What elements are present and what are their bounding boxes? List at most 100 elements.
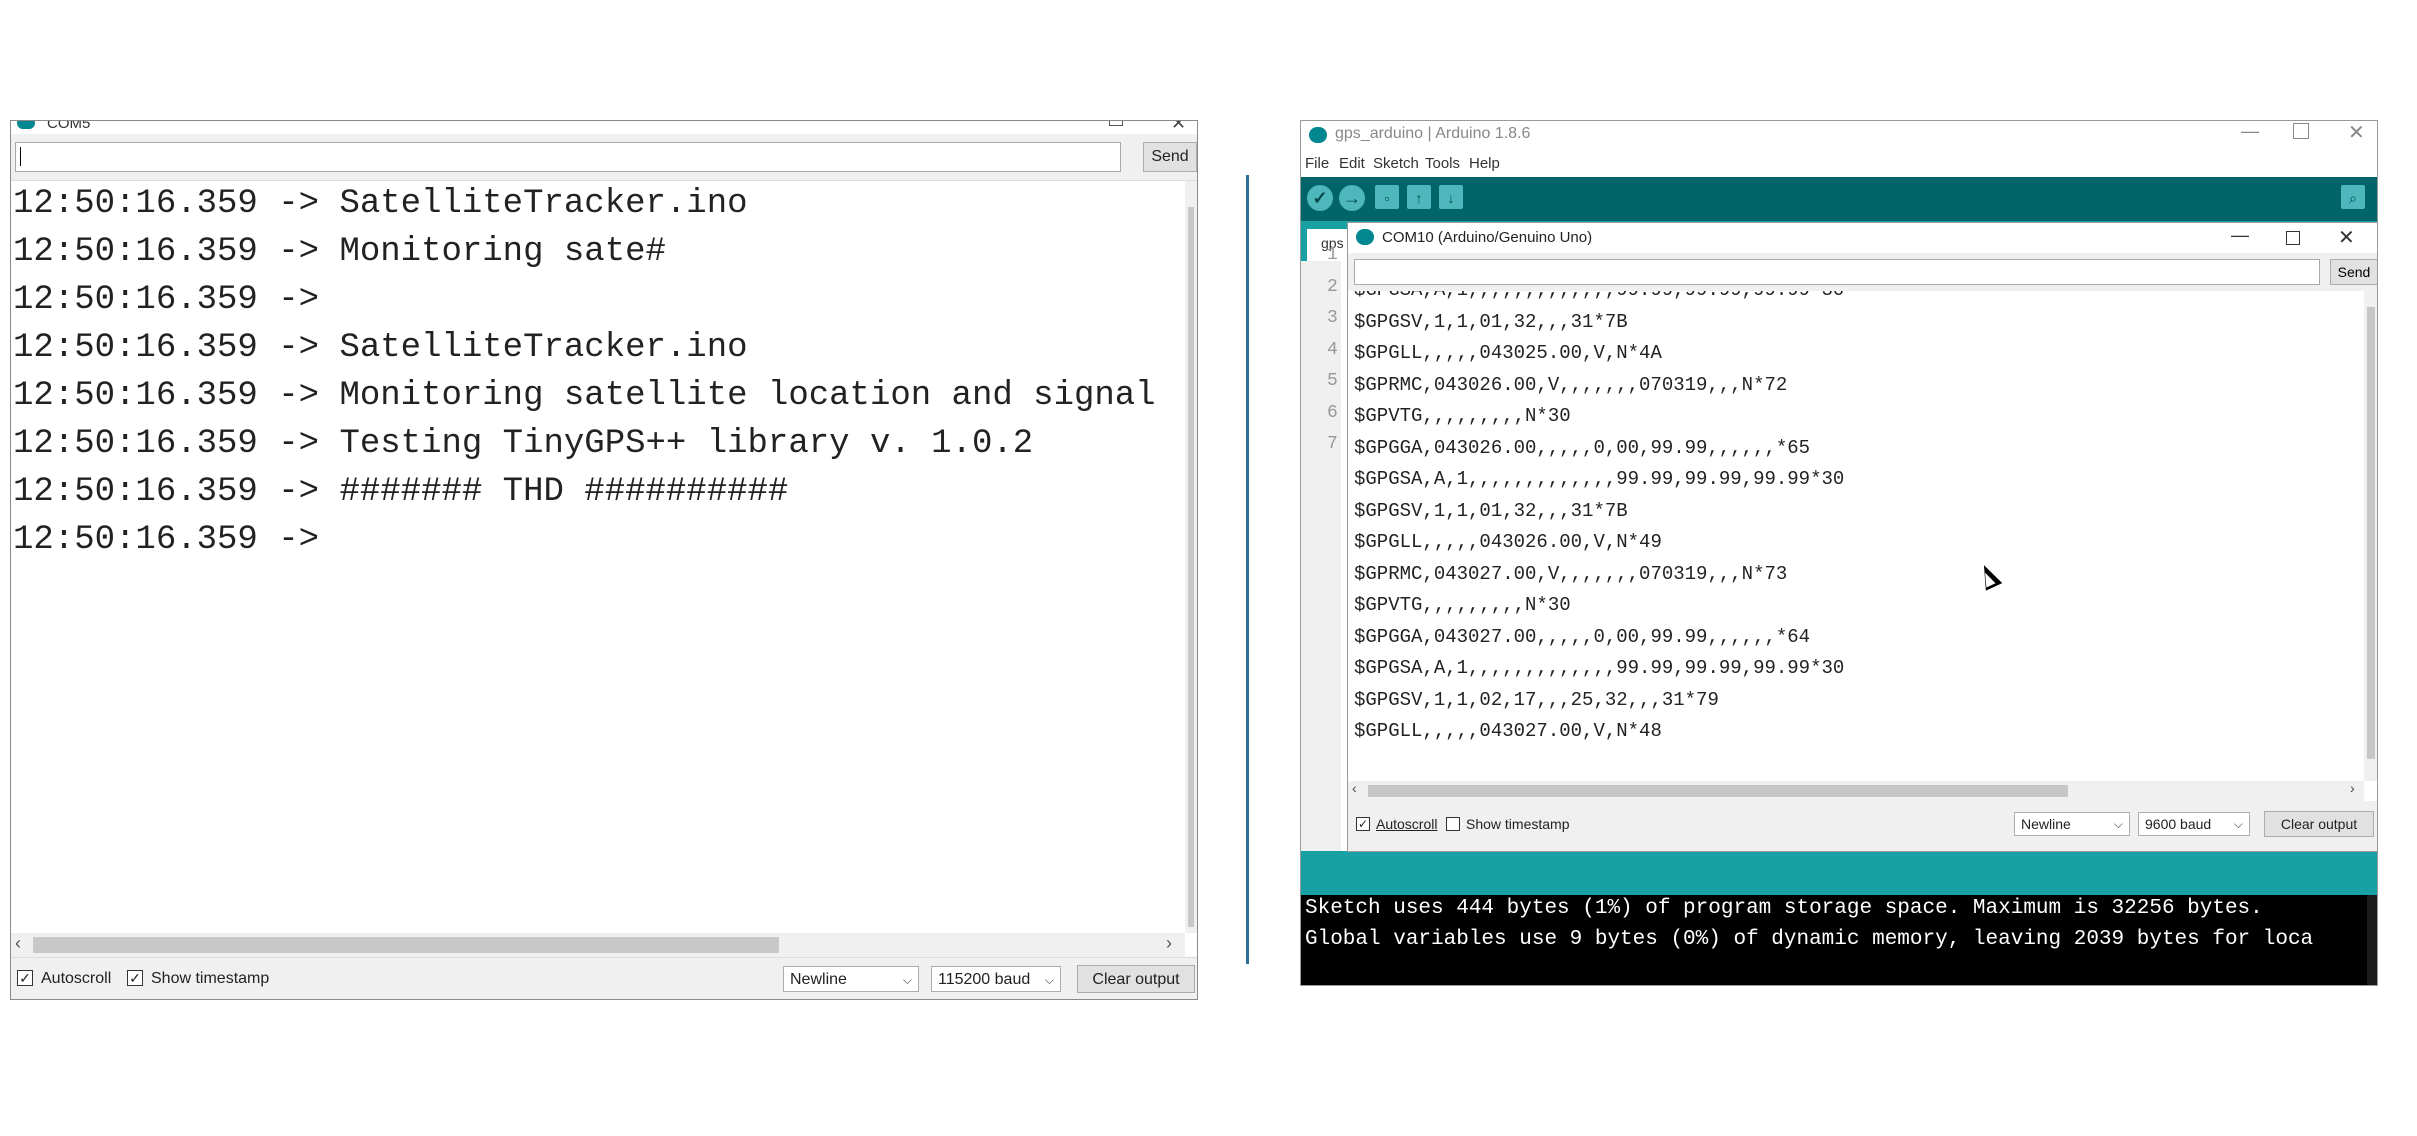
nmea-line: $GPRMC,043027.00,V,,,,,,,070319,,,N*73 bbox=[1354, 562, 1788, 585]
maximize-icon[interactable] bbox=[1109, 121, 1123, 126]
nmea-line: $GPGSA,A,1,,,,,,,,,,,,,99.99,99.99,99.99… bbox=[1354, 291, 1844, 301]
chevron-down-icon: ⌵ bbox=[2113, 817, 2123, 831]
serial-monitor-icon[interactable]: ⌕ bbox=[2341, 185, 2365, 209]
checkmark-icon: ✓ bbox=[129, 970, 141, 986]
serial-line: 12:50:16.359 -> bbox=[13, 281, 320, 319]
com10-vertical-scroll-thumb[interactable] bbox=[2367, 307, 2375, 759]
left-line-ending-select[interactable]: Newline ⌵ bbox=[783, 966, 919, 992]
verify-icon[interactable]: ✓ bbox=[1307, 185, 1333, 211]
checkmark-icon: ✓ bbox=[19, 970, 31, 986]
left-horizontal-scroll-thumb[interactable] bbox=[33, 937, 779, 953]
open-icon[interactable]: ↑ bbox=[1407, 185, 1431, 209]
serial-line: 12:50:16.359 -> bbox=[13, 521, 320, 559]
com10-send-button[interactable]: Send bbox=[2330, 259, 2377, 285]
scroll-right-icon[interactable]: › bbox=[1166, 933, 1172, 954]
nmea-line: $GPGSA,A,1,,,,,,,,,,,,,99.99,99.99,99.99… bbox=[1354, 657, 1845, 679]
serial-line: 12:50:16.359 -> SatelliteTracker.ino bbox=[13, 185, 748, 223]
close-icon[interactable]: ✕ bbox=[2338, 225, 2355, 250]
com10-baud-value: 9600 baud bbox=[2145, 816, 2212, 832]
checkmark-icon: ✓ bbox=[1357, 817, 1369, 831]
left-autoscroll-checkbox[interactable]: ✓ bbox=[17, 970, 33, 986]
serial-line: 12:50:16.359 -> Monitoring sate# bbox=[13, 233, 666, 271]
serial-line: 12:50:16.359 -> ####### THD ########## bbox=[13, 473, 789, 511]
com10-serial-monitor-window: COM10 (Arduino/Genuino Uno) — ✕ Send $GP… bbox=[1347, 222, 2377, 852]
console-scrollbar[interactable] bbox=[2367, 895, 2377, 985]
ide-status-bar bbox=[1301, 851, 2377, 895]
line-number: 5 bbox=[1327, 371, 1338, 391]
maximize-icon[interactable] bbox=[2286, 231, 2300, 245]
com10-horizontal-scroll-thumb[interactable] bbox=[1368, 785, 2068, 797]
left-baud-value: 115200 baud bbox=[938, 971, 1031, 988]
arduino-ide-window: gps_arduino | Arduino 1.8.6 — ✕ File Edi… bbox=[1300, 120, 2378, 986]
left-baud-select[interactable]: 115200 baud ⌵ bbox=[931, 966, 1061, 992]
left-send-button[interactable]: Send bbox=[1143, 142, 1197, 172]
chevron-down-icon: ⌵ bbox=[1044, 973, 1054, 987]
com10-line-ending-select[interactable]: Newline ⌵ bbox=[2014, 812, 2130, 836]
text-caret bbox=[20, 147, 21, 166]
left-autoscroll-label: Autoscroll bbox=[41, 970, 112, 987]
com10-send-input[interactable] bbox=[1354, 259, 2320, 285]
line-number: 4 bbox=[1327, 339, 1338, 360]
scroll-right-icon[interactable]: › bbox=[2350, 780, 2355, 796]
nmea-line: $GPGSA,A,1,,,,,,,,,,,,,99.99,99.99,99.99… bbox=[1354, 468, 1845, 490]
com10-autoscroll-checkbox[interactable]: ✓ bbox=[1356, 817, 1370, 831]
upload-icon[interactable]: → bbox=[1339, 185, 1365, 211]
chevron-down-icon: ⌵ bbox=[902, 973, 912, 987]
close-icon[interactable]: ✕ bbox=[2348, 121, 2365, 145]
left-title-bar bbox=[11, 121, 1197, 134]
left-clear-output-button[interactable]: Clear output bbox=[1077, 965, 1195, 993]
menu-help[interactable]: Help bbox=[1469, 155, 1500, 172]
arduino-logo-icon bbox=[1309, 127, 1327, 143]
com10-input-row: Send bbox=[1348, 253, 2377, 291]
left-serial-monitor-window: COM5 ✕ Send 12:50:16.359 -> SatelliteTra… bbox=[10, 120, 1198, 1000]
menu-file[interactable]: File bbox=[1305, 155, 1329, 172]
nmea-line: $GPGSV,1,1,01,32,,,31*7B bbox=[1354, 310, 1628, 333]
maximize-icon[interactable] bbox=[2293, 123, 2309, 139]
left-bottom-bar: ✓ Autoscroll ✓ Show timestamp Newline ⌵ 1… bbox=[11, 957, 1197, 999]
nmea-line: $GPGLL,,,,,043026.00,V,N*49 bbox=[1354, 531, 1662, 553]
nmea-line: $GPRMC,043026.00,V,,,,,,,070319,,,N*72 bbox=[1354, 373, 1788, 396]
menu-sketch[interactable]: Sketch bbox=[1373, 155, 1419, 172]
menu-tools[interactable]: Tools bbox=[1425, 155, 1460, 172]
serial-line: 12:50:16.359 -> SatelliteTracker.ino bbox=[13, 329, 748, 367]
line-number-gutter: 1 2 3 4 5 6 7 bbox=[1301, 245, 1341, 851]
left-timestamp-checkbox[interactable]: ✓ bbox=[127, 970, 143, 986]
close-icon[interactable]: ✕ bbox=[1171, 121, 1186, 134]
line-number: 7 bbox=[1327, 434, 1338, 454]
com10-autoscroll-label: Autoscroll bbox=[1376, 816, 1438, 832]
serial-line: 12:50:16.359 -> Testing TinyGPS++ librar… bbox=[13, 425, 1034, 463]
com10-bottom-bar: ✓ Autoscroll Show timestamp Newline ⌵ 960… bbox=[1348, 801, 2377, 851]
menu-edit[interactable]: Edit bbox=[1339, 155, 1365, 172]
new-icon[interactable]: ▫ bbox=[1375, 185, 1399, 209]
line-number: 3 bbox=[1327, 308, 1338, 328]
nmea-line: $GPGLL,,,,,043025.00,V,N*4A bbox=[1354, 342, 1662, 364]
com10-clear-output-button[interactable]: Clear output bbox=[2264, 811, 2374, 837]
nmea-line: $GPGGA,043026.00,,,,,0,00,99.99,,,,,,*65 bbox=[1354, 436, 1811, 459]
com10-line-ending-value: Newline bbox=[2021, 816, 2071, 832]
left-send-input[interactable] bbox=[15, 142, 1121, 172]
ide-window-title: gps_arduino | Arduino 1.8.6 bbox=[1335, 125, 1531, 142]
arduino-logo-icon bbox=[17, 121, 35, 129]
minimize-icon[interactable]: — bbox=[2231, 225, 2249, 246]
scroll-left-icon[interactable]: ‹ bbox=[1352, 780, 1357, 796]
line-number: 6 bbox=[1327, 402, 1338, 423]
nmea-line: $GPGGA,043027.00,,,,,0,00,99.99,,,,,,*64 bbox=[1354, 625, 1811, 648]
left-serial-output: 12:50:16.359 -> SatelliteTracker.ino 12:5… bbox=[11, 181, 1183, 933]
chevron-down-icon: ⌵ bbox=[2233, 817, 2243, 831]
com10-baud-select[interactable]: 9600 baud ⌵ bbox=[2138, 812, 2250, 836]
com10-timestamp-checkbox[interactable] bbox=[1446, 817, 1460, 831]
left-input-row: Send bbox=[11, 134, 1197, 181]
ide-toolbar: ✓ → ▫ ↑ ↓ ⌕ bbox=[1301, 177, 2377, 221]
left-window-title: COM5 bbox=[47, 120, 91, 132]
com10-window-title: COM10 (Arduino/Genuino Uno) bbox=[1382, 229, 1593, 246]
save-icon[interactable]: ↓ bbox=[1439, 185, 1463, 209]
nmea-line: $GPVTG,,,,,,,,,N*30 bbox=[1354, 594, 1571, 616]
nmea-line: $GPVTG,,,,,,,,,N*30 bbox=[1354, 405, 1571, 427]
divider-line bbox=[1246, 175, 1249, 964]
console-line: Sketch uses 444 bytes (1%) of program st… bbox=[1305, 897, 2263, 920]
left-vertical-scroll-thumb[interactable] bbox=[1188, 207, 1194, 927]
minimize-icon[interactable]: — bbox=[2241, 121, 2259, 142]
com10-timestamp-label: Show timestamp bbox=[1466, 816, 1570, 832]
nmea-line: $GPGSV,1,1,02,17,,,25,32,,,31*79 bbox=[1354, 688, 1719, 711]
scroll-left-icon[interactable]: ‹ bbox=[15, 933, 21, 954]
